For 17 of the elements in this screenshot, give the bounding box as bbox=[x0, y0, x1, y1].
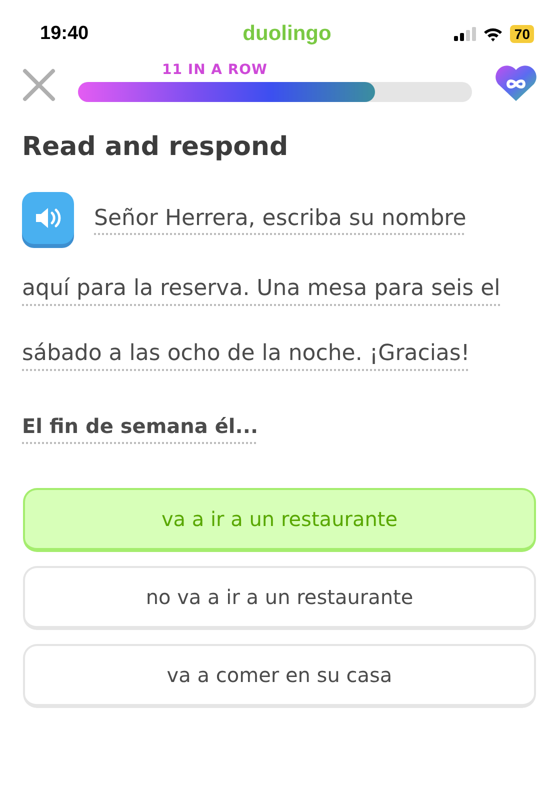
answer-option[interactable]: va a comer en su casa bbox=[23, 644, 536, 708]
passage-line[interactable]: sábado a las ocho de la noche. ¡Gracias! bbox=[22, 333, 536, 374]
app-logo: duolingo bbox=[242, 22, 332, 46]
battery-level: 70 bbox=[510, 25, 534, 43]
passage-line[interactable]: aquí para la reserva. Una mesa para seis el bbox=[22, 268, 536, 309]
answer-option[interactable]: no va a ir a un restaurante bbox=[23, 566, 536, 630]
clock-time: 19:40 bbox=[40, 23, 90, 45]
speaker-icon bbox=[34, 207, 62, 229]
wifi-icon bbox=[483, 26, 504, 42]
question-text[interactable]: El fin de semana él... bbox=[22, 414, 536, 438]
exercise-title: Read and respond bbox=[22, 132, 290, 162]
passage-line[interactable]: Señor Herrera, escriba su nombre bbox=[94, 198, 466, 238]
close-icon[interactable] bbox=[22, 68, 56, 102]
signal-icon bbox=[454, 27, 476, 41]
heart-icon[interactable] bbox=[494, 64, 538, 102]
speaker-button[interactable] bbox=[22, 192, 74, 244]
streak-label: 11 IN A ROW bbox=[161, 62, 268, 78]
